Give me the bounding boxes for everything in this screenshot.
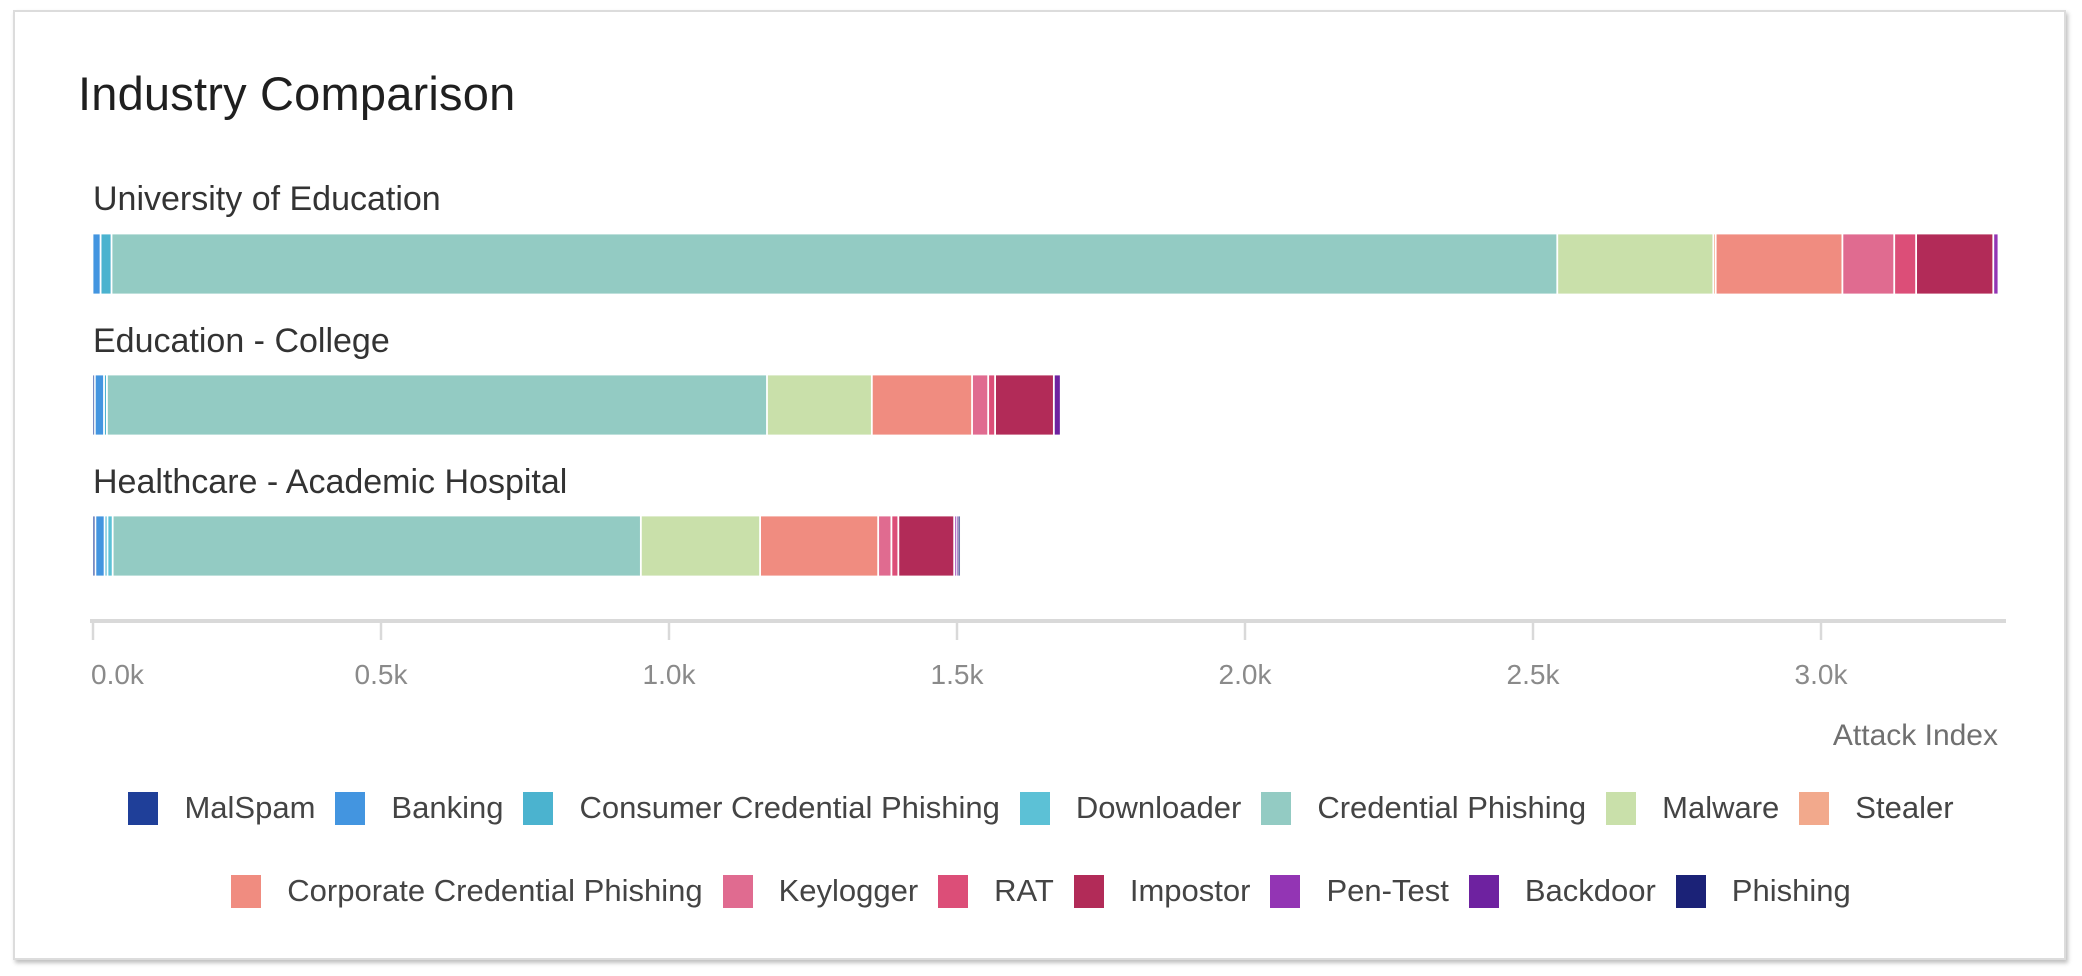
legend-item-corporate-credential-phishing[interactable]: Corporate Credential Phishing [231,873,703,909]
legend-item-backdoor[interactable]: Backdoor [1468,873,1656,909]
x-axis-title: Attack Index [1833,719,1998,752]
x-axis: 0.0k 0.5k 1.0k 1.5k 2.0k 2.5k 3.0k Attack Index [90,619,2006,752]
legend-item-downloader[interactable]: Downloader [1019,790,1242,826]
bar-segment-keylogger[interactable] [972,374,989,436]
bar-segment-consumer-credential-phishing[interactable] [100,233,112,295]
legend-label: Pen-Test [1326,873,1449,908]
legend-label: Consumer Credential Phishing [579,790,1000,825]
bar-segment-backdoor[interactable] [1053,374,1061,436]
legend-label: RAT [994,873,1054,908]
bars-layer: University of Education Education - Colle… [92,180,1999,577]
bar-segment-phishing[interactable] [957,515,961,577]
legend-label: Banking [391,790,504,825]
bar-segment-keylogger[interactable] [1842,233,1895,295]
legend-swatch [1468,874,1499,908]
bar-segment-corporate-credential-phishing[interactable] [871,374,972,436]
x-tick-label: 0.0k [91,659,145,690]
bar-segment-downloader[interactable] [107,515,113,577]
legend-item-rat[interactable]: RAT [938,873,1054,909]
bar-segment-malware[interactable] [767,374,872,436]
legend-label: Backdoor [1524,873,1656,908]
bar-segment-credential-phishing[interactable] [112,515,641,577]
legend-swatch [1606,791,1637,825]
stacked-bar-chart: University of Education Education - Colle… [90,180,2006,752]
legend-item-pen-test[interactable]: Pen-Test [1270,873,1449,909]
legend-label: Downloader [1075,790,1242,825]
legend-label: Stealer [1855,790,1954,825]
x-tick-label: 3.0k [1795,659,1849,690]
legend-swatch [938,874,969,908]
legend-swatch [335,791,366,825]
bar-segment-stealer[interactable] [1713,233,1716,295]
x-tick-label: 1.5k [931,659,985,690]
legend-swatch [231,874,262,908]
category-label: Education - College [93,322,390,360]
bar-segment-consumer-credential-phishing[interactable] [104,374,107,436]
bar-segment-backdoor[interactable] [956,515,959,577]
legend-swatch [1799,791,1830,825]
legend-item-malspam[interactable]: MalSpam [128,790,315,826]
x-tick-label: 1.0k [643,659,697,690]
legend-item-banking[interactable]: Banking [335,790,503,826]
bar-segment-impostor[interactable] [995,374,1054,436]
legend-item-keylogger[interactable]: Keylogger [722,873,919,909]
bar-segment-consumer-credential-phishing[interactable] [104,515,108,577]
legend-label: Keylogger [778,873,919,908]
bar-segment-pen-test[interactable] [954,515,957,577]
category-label: Healthcare - Academic Hospital [93,463,567,501]
legend-item-credential-phishing[interactable]: Credential Phishing [1261,790,1586,826]
bar-segment-impostor[interactable] [898,515,955,577]
bar-segment-malware[interactable] [1557,233,1714,295]
legend-item-consumer-credential-phishing[interactable]: Consumer Credential Phishing [523,790,1000,826]
category-label: University of Education [93,180,441,218]
legend-label: Impostor [1129,873,1251,908]
bar-segment-banking[interactable] [95,515,105,577]
x-tick-label: 2.0k [1219,659,1273,690]
legend-item-stealer[interactable]: Stealer [1799,790,1954,826]
bar-segment-banking[interactable] [94,374,104,436]
bar-segment-corporate-credential-phishing[interactable] [760,515,879,577]
bar-segment-rat[interactable] [988,374,995,436]
bar-segment-keylogger[interactable] [878,515,892,577]
bar-segment-banking[interactable] [92,233,101,295]
x-tick-label: 0.5k [355,659,409,690]
legend-swatch [523,791,554,825]
legend-label: MalSpam [184,790,316,825]
legend-swatch [1261,791,1292,825]
legend-swatch [128,791,159,825]
x-tick-label: 2.5k [1507,659,1561,690]
bar-segment-credential-phishing[interactable] [111,233,1558,295]
bar-segment-malspam[interactable] [92,515,96,577]
bar-segment-malspam[interactable] [92,374,95,436]
legend-item-impostor[interactable]: Impostor [1073,873,1251,909]
legend-label: Malware [1662,790,1780,825]
legend-label: Phishing [1731,873,1851,908]
legend-swatch [1270,874,1301,908]
legend-swatch [722,874,753,908]
legend-label: Corporate Credential Phishing [287,873,703,908]
legend-row-1: MalSpam Banking Consumer Credential Phishi… [0,790,2082,826]
bar-segment-rat[interactable] [891,515,899,577]
bar-segment-credential-phishing[interactable] [107,374,767,436]
bar-segment-malware[interactable] [640,515,760,577]
bar-segment-corporate-credential-phishing[interactable] [1715,233,1843,295]
legend-swatch [1675,874,1706,908]
bar-segment-rat[interactable] [1894,233,1917,295]
legend-swatch [1073,874,1104,908]
legend-item-phishing[interactable]: Phishing [1675,873,1851,909]
bar-segment-impostor[interactable] [1916,233,1994,295]
legend-row-2: Corporate Credential Phishing Keylogger RA… [0,873,2082,909]
bar-segment-pen-test[interactable] [1993,233,1999,295]
legend-label: Credential Phishing [1317,790,1587,825]
legend-swatch [1019,791,1050,825]
legend-item-malware[interactable]: Malware [1606,790,1779,826]
